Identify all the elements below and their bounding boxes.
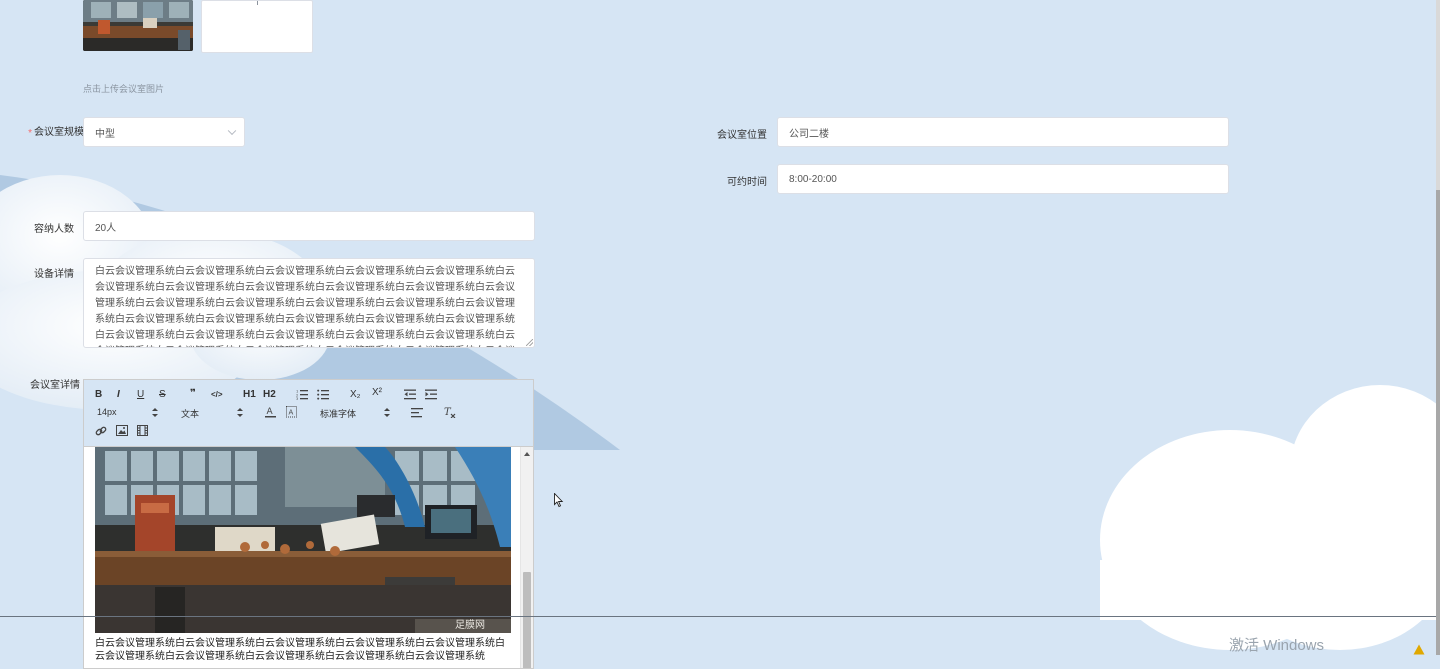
scale-label: * 会议室规模 bbox=[20, 126, 84, 148]
strike-button[interactable]: S bbox=[159, 389, 166, 401]
capacity-value: 20人 bbox=[95, 222, 117, 234]
video-icon[interactable] bbox=[137, 425, 148, 436]
office-photo-image[interactable]: 足膜网 bbox=[95, 447, 511, 633]
svg-text:T: T bbox=[444, 407, 452, 418]
chevron-down-icon bbox=[227, 126, 237, 136]
resize-handle-icon[interactable] bbox=[526, 339, 533, 346]
required-asterisk: * bbox=[28, 128, 32, 139]
font-size-value: 14px bbox=[97, 407, 117, 417]
link-icon[interactable] bbox=[95, 425, 107, 437]
scale-label-text: 会议室规模 bbox=[34, 127, 84, 138]
capacity-label: 容纳人数 bbox=[34, 224, 74, 235]
windows-activation-watermark: 激活 Windows bbox=[1229, 637, 1325, 654]
underline-button[interactable]: U bbox=[137, 389, 144, 401]
ordered-list-icon[interactable]: 123 bbox=[296, 389, 308, 400]
image-icon[interactable] bbox=[116, 425, 128, 436]
outdent-icon[interactable] bbox=[404, 389, 416, 400]
font-color-icon[interactable]: A bbox=[265, 406, 276, 418]
scrollbar-thumb[interactable] bbox=[523, 572, 531, 668]
text-type-select[interactable]: 文本 bbox=[181, 407, 243, 420]
capacity-input[interactable]: 20人 bbox=[83, 211, 535, 241]
details-label-text: 会议室详情 bbox=[30, 380, 80, 391]
scale-select[interactable]: 中型 bbox=[83, 117, 245, 147]
editor-toolbar: B I U S ❞ </> H1 H2 123 X₂ X² 14px 文本 A … bbox=[84, 380, 533, 447]
superscript-button[interactable]: X² bbox=[372, 387, 382, 399]
updown-arrows-icon bbox=[384, 408, 390, 417]
location-label: 会议室位置 bbox=[717, 130, 767, 141]
details-label: 会议室详情 bbox=[20, 372, 80, 399]
updown-arrows-icon bbox=[237, 408, 243, 417]
room-photo-icon bbox=[83, 0, 193, 51]
footer-divider bbox=[0, 616, 1436, 617]
header-1-button[interactable]: H1 bbox=[243, 389, 256, 401]
available-time-input[interactable]: 8:00-20:00 bbox=[777, 164, 1229, 194]
available-time-label: 可约时间 bbox=[727, 177, 767, 188]
font-family-select[interactable]: 标准字体 bbox=[320, 407, 392, 420]
header-2-button[interactable]: H2 bbox=[263, 389, 276, 401]
clear-format-icon[interactable]: T bbox=[444, 406, 456, 418]
scale-select-value: 中型 bbox=[95, 128, 115, 140]
upload-hint: 点击上传会议室图片 bbox=[83, 84, 165, 94]
location-input[interactable]: 公司二楼 bbox=[777, 117, 1229, 147]
page-scrollbar[interactable] bbox=[1436, 0, 1440, 655]
equipment-text: 白云会议管理系统白云会议管理系统白云会议管理系统白云会议管理系统白云会议管理系统… bbox=[95, 266, 515, 347]
updown-arrows-icon bbox=[152, 408, 158, 417]
blockquote-button[interactable]: ❞ bbox=[190, 388, 196, 400]
indent-icon[interactable] bbox=[425, 389, 437, 400]
rich-text-editor[interactable]: B I U S ❞ </> H1 H2 123 X₂ X² 14px 文本 A … bbox=[83, 379, 534, 669]
form-page: 点击上传会议室图片 * 会议室规模 中型 会议室位置 公司二楼 可约时间 8:00… bbox=[0, 0, 1440, 669]
subscript-button[interactable]: X₂ bbox=[350, 389, 361, 401]
uploaded-room-thumbnail[interactable] bbox=[83, 0, 193, 51]
scroll-up-arrow-icon[interactable] bbox=[524, 452, 530, 456]
italic-button[interactable]: I bbox=[117, 389, 120, 401]
page-scrollbar-thumb[interactable] bbox=[1436, 190, 1440, 655]
image-watermark: 足膜网 bbox=[455, 619, 485, 631]
editor-scrollbar[interactable] bbox=[520, 447, 533, 668]
available-time-value: 8:00-20:00 bbox=[789, 173, 837, 185]
bold-button[interactable]: B bbox=[95, 389, 102, 401]
svg-text:3: 3 bbox=[296, 397, 298, 400]
background-color-icon[interactable]: A bbox=[286, 406, 297, 418]
image-upload-box[interactable] bbox=[201, 0, 313, 53]
svg-text:A: A bbox=[267, 407, 274, 417]
code-block-button[interactable]: </> bbox=[211, 389, 223, 401]
editor-content[interactable]: 足膜网 白云会议管理系统白云会议管理系统白云会议管理系统白云会议管理系统白云会议… bbox=[84, 447, 521, 668]
text-type-value: 文本 bbox=[181, 409, 200, 419]
warning-icon bbox=[1413, 644, 1425, 655]
equipment-label: 设备详情 bbox=[34, 269, 74, 280]
font-size-select[interactable]: 14px bbox=[97, 407, 159, 417]
location-value: 公司二楼 bbox=[789, 128, 829, 140]
bullet-list-icon[interactable] bbox=[317, 389, 329, 400]
plus-icon bbox=[257, 1, 258, 5]
mouse-cursor-icon bbox=[554, 493, 564, 508]
editor-paragraph: 白云会议管理系统白云会议管理系统白云会议管理系统白云会议管理系统白云会议管理系统… bbox=[95, 638, 505, 662]
font-family-value: 标准字体 bbox=[320, 409, 357, 419]
align-left-icon[interactable] bbox=[411, 407, 423, 418]
svg-text:A: A bbox=[289, 409, 294, 417]
equipment-textarea[interactable]: 白云会议管理系统白云会议管理系统白云会议管理系统白云会议管理系统白云会议管理系统… bbox=[83, 258, 535, 348]
